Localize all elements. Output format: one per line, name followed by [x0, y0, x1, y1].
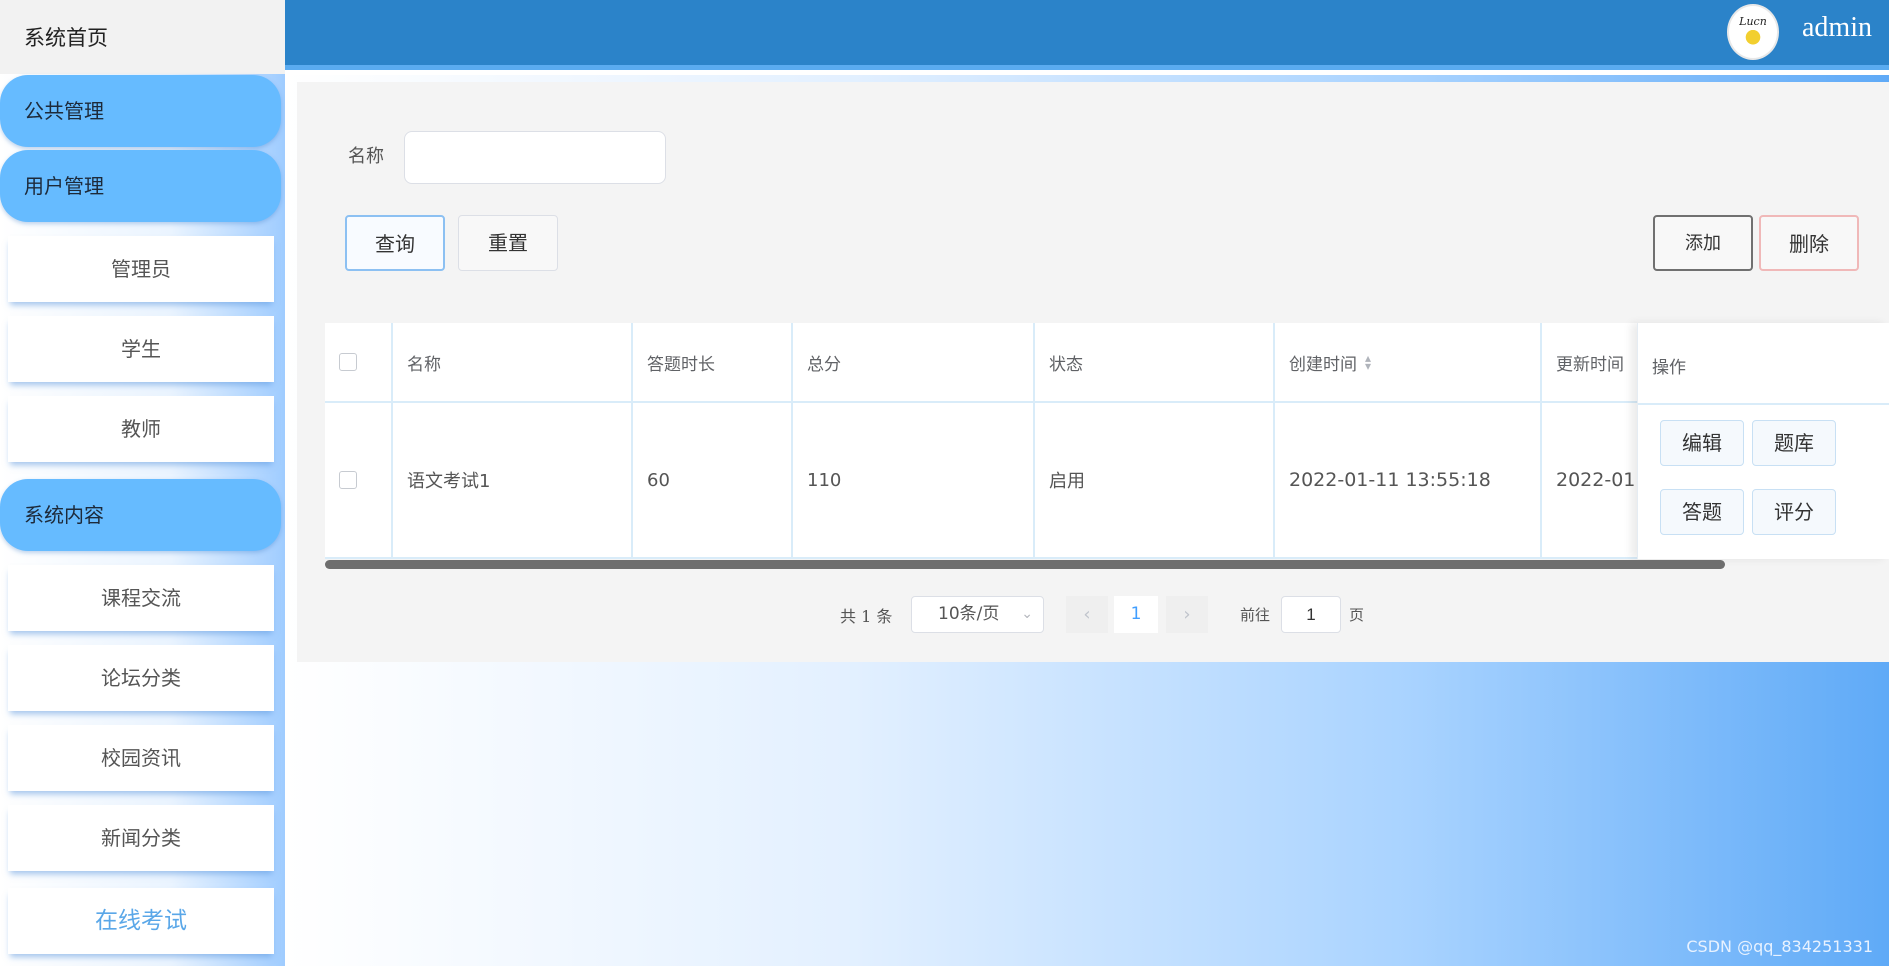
table-horizontal-scrollbar[interactable] — [325, 560, 1725, 569]
question-bank-button[interactable]: 题库 — [1752, 420, 1836, 466]
column-header-name-label: 名称 — [407, 354, 441, 375]
page-number-1[interactable]: 1 — [1114, 596, 1158, 633]
sidebar-item-news-category[interactable]: 新闻分类 — [8, 805, 274, 871]
sidebar-item-admin[interactable]: 管理员 — [8, 236, 274, 302]
column-header-created-label: 创建时间 — [1289, 354, 1357, 375]
sidebar-item-campus-news[interactable]: 校园资讯 — [8, 725, 274, 791]
column-header-duration-label: 答题时长 — [647, 354, 715, 375]
top-bar — [285, 0, 1889, 70]
page-size-select[interactable]: 10条/页 ⌄ — [911, 596, 1044, 633]
column-header-total[interactable]: 总分 — [793, 323, 1035, 403]
cell-status: 启用 — [1035, 403, 1275, 559]
row-checkbox-cell — [325, 403, 393, 559]
column-header-name[interactable]: 名称 — [393, 323, 633, 403]
chevron-right-icon: › — [1183, 604, 1191, 625]
watermark: CSDN @qq_834251331 — [1686, 937, 1873, 956]
goto-label: 前往 — [1240, 606, 1271, 624]
avatar[interactable]: Lucn — [1727, 4, 1779, 60]
sidebar-item-course-exchange[interactable]: 课程交流 — [8, 565, 274, 631]
sidebar-item-teacher[interactable]: 教师 — [8, 396, 274, 462]
operations-column: 操作 编辑 题库 答题 评分 — [1637, 323, 1889, 559]
sort-icon[interactable]: ▴ ▾ — [1365, 352, 1371, 372]
add-button[interactable]: 添加 — [1653, 215, 1753, 271]
sidebar-item-student[interactable]: 学生 — [8, 316, 274, 382]
page-suffix: 页 — [1349, 606, 1365, 624]
answer-button[interactable]: 答题 — [1660, 489, 1744, 535]
sidebar-group-users[interactable]: 用户管理 — [0, 150, 281, 222]
select-all-checkbox[interactable] — [339, 353, 357, 371]
name-search-input[interactable] — [404, 131, 666, 184]
prev-page-button[interactable]: ‹ — [1066, 596, 1108, 633]
column-header-updated[interactable]: 更新时间 — [1542, 323, 1642, 403]
header-checkbox-cell — [325, 323, 393, 403]
row-checkbox[interactable] — [339, 471, 357, 489]
grade-button[interactable]: 评分 — [1752, 489, 1836, 535]
cell-name: 语文考试1 — [393, 403, 633, 559]
sidebar-item-forum-category[interactable]: 论坛分类 — [8, 645, 274, 711]
column-header-duration[interactable]: 答题时长 — [633, 323, 793, 403]
column-header-status[interactable]: 状态 — [1035, 323, 1275, 403]
sidebar: 系统首页 公共管理 用户管理 管理员 学生 教师 系统内容 课程交流 论坛分类 … — [0, 0, 285, 966]
cell-updated: 2022-01 — [1542, 403, 1642, 559]
sidebar-group-public[interactable]: 公共管理 — [0, 75, 281, 147]
column-header-created[interactable]: 创建时间 ▴ ▾ — [1275, 323, 1542, 403]
sidebar-item-online-exam[interactable]: 在线考试 — [8, 888, 274, 954]
column-header-status-label: 状态 — [1049, 354, 1083, 375]
column-header-updated-label: 更新时间 — [1556, 354, 1624, 375]
goto-page-input[interactable] — [1281, 596, 1341, 633]
search-label: 名称 — [348, 146, 384, 167]
delete-button[interactable]: 删除 — [1759, 215, 1859, 271]
column-header-total-label: 总分 — [807, 354, 841, 375]
next-page-button[interactable]: › — [1166, 596, 1208, 633]
column-header-actions: 操作 — [1652, 358, 1686, 378]
edit-button[interactable]: 编辑 — [1660, 420, 1744, 466]
sidebar-home[interactable]: 系统首页 — [0, 0, 285, 74]
chevron-down-icon: ⌄ — [1021, 606, 1033, 622]
cell-created: 2022-01-11 13:55:18 — [1275, 403, 1542, 559]
sidebar-group-content[interactable]: 系统内容 — [0, 479, 281, 551]
page-size-value: 10条/页 — [938, 604, 1000, 624]
cell-duration: 60 — [633, 403, 793, 559]
ops-divider — [1638, 403, 1889, 405]
username[interactable]: admin — [1802, 12, 1872, 44]
chevron-left-icon: ‹ — [1083, 604, 1091, 625]
avatar-text: Lucn — [1739, 15, 1767, 28]
reset-button[interactable]: 重置 — [458, 215, 558, 271]
pagination-total: 共 1 条 — [840, 607, 893, 626]
cell-total: 110 — [793, 403, 1035, 559]
query-button[interactable]: 查询 — [345, 215, 445, 271]
